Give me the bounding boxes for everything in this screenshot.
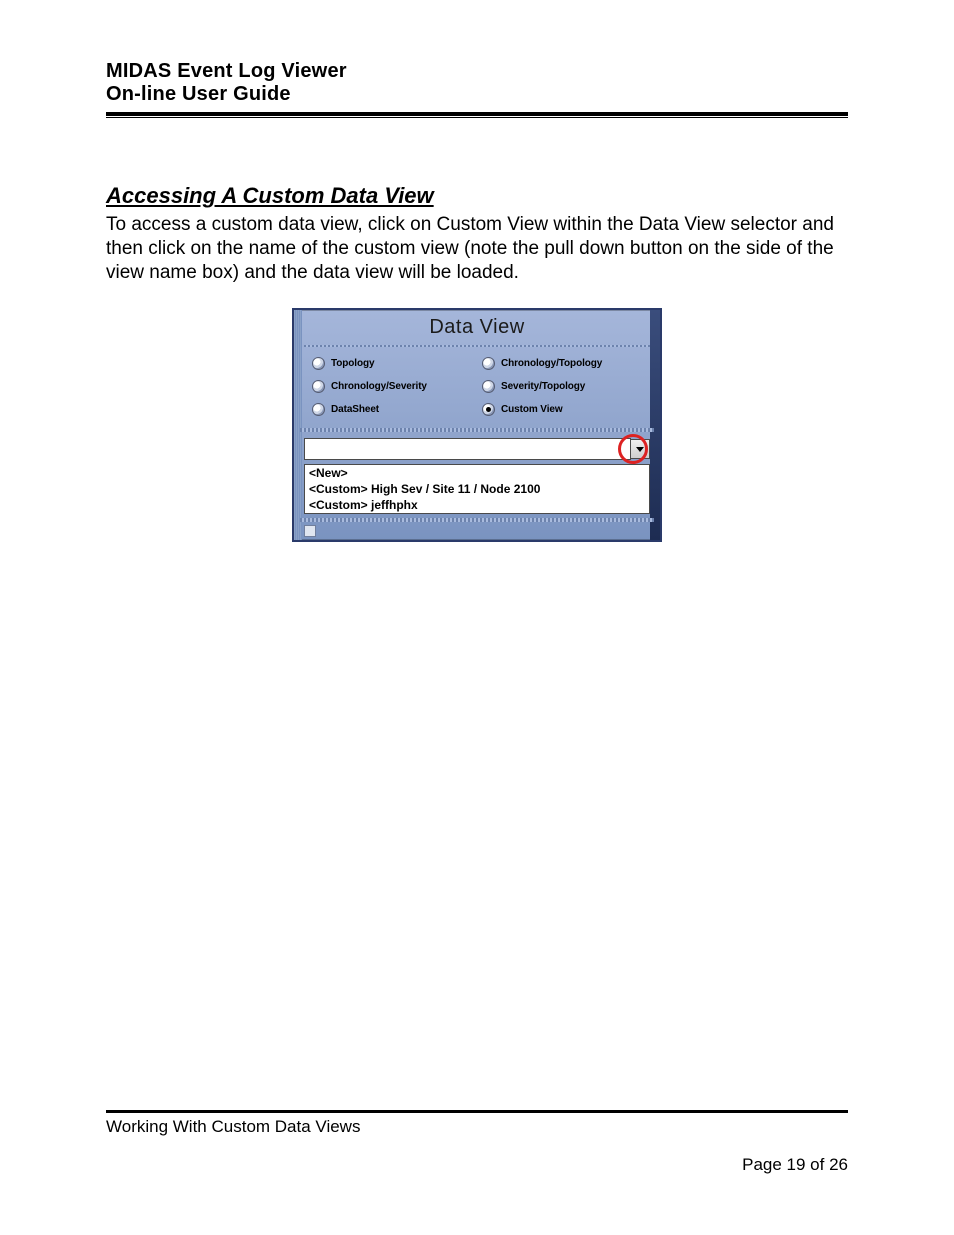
radio-datasheet[interactable]: DataSheet — [312, 403, 476, 416]
footer-rule — [106, 1110, 848, 1113]
radio-grid: Topology Chronology/Topology Chronology/… — [294, 347, 660, 428]
radio-topology[interactable]: Topology — [312, 357, 476, 370]
dropdown-button[interactable] — [630, 439, 650, 459]
radio-label: Custom View — [501, 404, 563, 415]
radio-label: Severity/Topology — [501, 381, 585, 392]
document-footer: Working With Custom Data Views Page 19 o… — [106, 1110, 848, 1175]
radio-chronology-severity[interactable]: Chronology/Severity — [312, 380, 476, 393]
radio-label: Chronology/Severity — [331, 381, 427, 392]
header-title-line2: On-line User Guide — [106, 83, 848, 106]
radio-icon — [312, 403, 325, 416]
radio-label: Topology — [331, 358, 374, 369]
radio-icon-selected — [482, 403, 495, 416]
footer-section-name: Working With Custom Data Views — [106, 1117, 848, 1137]
custom-view-list: <New> <Custom> High Sev / Site 11 / Node… — [304, 464, 650, 514]
list-item[interactable]: <Custom> High Sev / Site 11 / Node 2100 — [305, 481, 649, 497]
radio-icon — [312, 380, 325, 393]
list-item[interactable]: <New> — [305, 465, 649, 481]
view-name-combo — [304, 438, 650, 460]
data-view-panel: Data View Topology Chronology/Topology C… — [292, 308, 662, 542]
header-title-line1: MIDAS Event Log Viewer — [106, 60, 848, 83]
panel-footer-strip — [304, 524, 650, 538]
section-heading: Accessing A Custom Data View — [106, 183, 848, 209]
page-number: Page 19 of 26 — [106, 1155, 848, 1175]
list-item[interactable]: <Custom> jeffhphx — [305, 497, 649, 513]
panel-title: Data View — [294, 310, 660, 345]
header-rule — [106, 112, 848, 118]
section-paragraph: To access a custom data view, click on C… — [106, 213, 848, 284]
panel-separator — [300, 428, 654, 432]
radio-custom-view[interactable]: Custom View — [482, 403, 646, 416]
radio-icon — [482, 357, 495, 370]
radio-icon — [312, 357, 325, 370]
radio-label: DataSheet — [331, 404, 379, 415]
view-name-input[interactable] — [304, 438, 631, 460]
radio-chronology-topology[interactable]: Chronology/Topology — [482, 357, 646, 370]
radio-icon — [482, 380, 495, 393]
radio-label: Chronology/Topology — [501, 358, 602, 369]
radio-severity-topology[interactable]: Severity/Topology — [482, 380, 646, 393]
document-header: MIDAS Event Log Viewer On-line User Guid… — [106, 60, 848, 118]
figure-container: Data View Topology Chronology/Topology C… — [106, 308, 848, 542]
checkbox-icon — [304, 525, 316, 537]
panel-separator — [300, 518, 654, 522]
